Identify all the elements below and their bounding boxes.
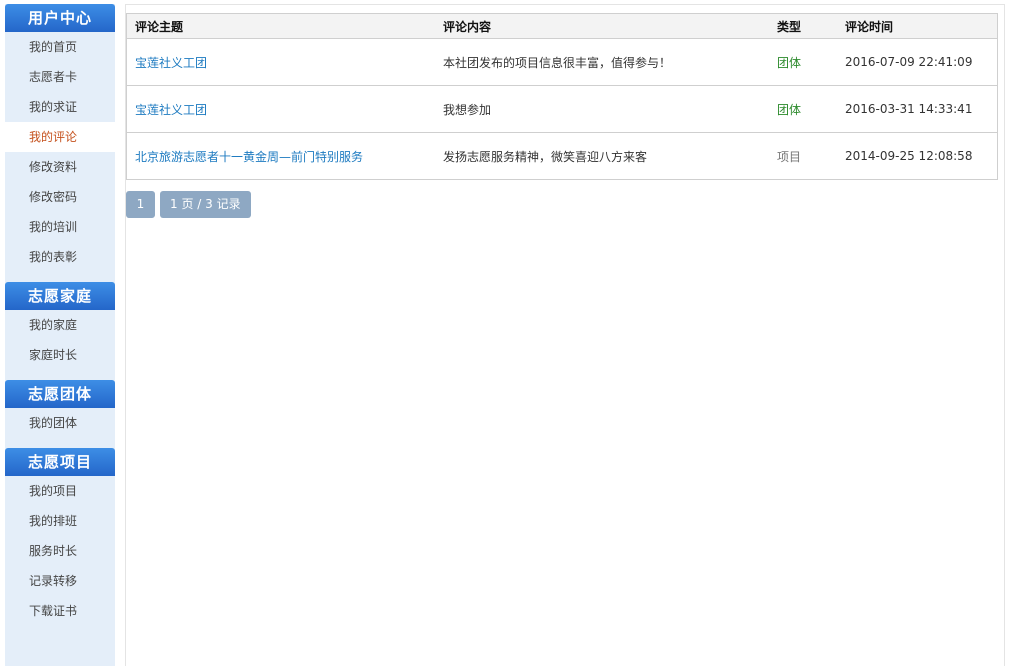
sidebar-item-service-hours[interactable]: 服务时长 (5, 536, 115, 566)
sidebar-item-change-password[interactable]: 修改密码 (5, 182, 115, 212)
topic-cell: 宝莲社义工团 (127, 38, 435, 86)
table-row: 宝莲社义工团 本社团发布的项目信息很丰富，值得参与！ 团体 2016-07-09… (127, 38, 997, 86)
type-cell: 项目 (777, 149, 802, 164)
sidebar-item-download-certificate[interactable]: 下载证书 (5, 596, 115, 626)
table-row: 宝莲社义工团 我想参加 团体 2016-03-31 14:33:41 (127, 85, 997, 133)
sidebar-item-my-projects[interactable]: 我的项目 (5, 476, 115, 506)
content-cell: 本社团发布的项目信息很丰富，值得参与！ (435, 38, 769, 86)
sidebar-item-verification[interactable]: 我的求证 (5, 92, 115, 122)
time-cell: 2014-09-25 12:08:58 (845, 149, 973, 163)
topic-link[interactable]: 宝莲社义工团 (135, 56, 207, 70)
sidebar: 用户中心 我的首页 志愿者卡 我的求证 我的评论 修改资料 修改密码 我的培训 … (5, 4, 115, 666)
section-volunteer-family: 志愿家庭 我的家庭 家庭时长 (5, 282, 115, 370)
section-user-center: 用户中心 我的首页 志愿者卡 我的求证 我的评论 修改资料 修改密码 我的培训 … (5, 4, 115, 272)
main-panel: 评论主题 评论内容 类型 评论时间 宝莲社义工团 本社团发布的项目信息很丰富，值… (125, 4, 1005, 666)
section-title-volunteer-group: 志愿团体 (5, 380, 115, 408)
comments-table: 评论主题 评论内容 类型 评论时间 宝莲社义工团 本社团发布的项目信息很丰富，值… (127, 14, 997, 179)
table-header-row: 评论主题 评论内容 类型 评论时间 (127, 14, 997, 39)
sidebar-item-my-comments[interactable]: 我的评论 (5, 122, 115, 152)
column-header-time: 评论时间 (837, 14, 997, 39)
section-volunteer-project: 志愿项目 我的项目 我的排班 服务时长 记录转移 下载证书 (5, 448, 115, 626)
type-cell: 团体 (769, 38, 837, 86)
comments-table-container: 评论主题 评论内容 类型 评论时间 宝莲社义工团 本社团发布的项目信息很丰富，值… (126, 13, 998, 180)
sidebar-item-my-schedule[interactable]: 我的排班 (5, 506, 115, 536)
column-header-type: 类型 (769, 14, 837, 39)
nav-list-user-center: 我的首页 志愿者卡 我的求证 我的评论 修改资料 修改密码 我的培训 我的表彰 (5, 32, 115, 272)
content-cell: 我想参加 (435, 85, 769, 133)
topic-link[interactable]: 北京旅游志愿者十一黄金周—前门特别服务 (135, 150, 363, 164)
sidebar-item-my-family[interactable]: 我的家庭 (5, 310, 115, 340)
section-title-user-center: 用户中心 (5, 4, 115, 32)
time-cell: 2016-07-09 22:41:09 (837, 38, 997, 86)
page-summary: 1 页 / 3 记录 (160, 191, 251, 218)
sidebar-item-commendations[interactable]: 我的表彰 (5, 242, 115, 272)
pagination: 1 1 页 / 3 记录 (126, 191, 251, 218)
page-number-button[interactable]: 1 (126, 191, 155, 218)
table-row: 北京旅游志愿者十一黄金周—前门特别服务 发扬志愿服务精神，微笑喜迎八方来客 项目… (127, 133, 997, 180)
type-cell: 团体 (769, 85, 837, 133)
sidebar-item-volunteer-card[interactable]: 志愿者卡 (5, 62, 115, 92)
content-cell: 发扬志愿服务精神，微笑喜迎八方来客 (443, 149, 648, 164)
nav-list-volunteer-family: 我的家庭 家庭时长 (5, 310, 115, 370)
time-cell: 2016-03-31 14:33:41 (837, 85, 997, 133)
section-title-volunteer-project: 志愿项目 (5, 448, 115, 476)
sidebar-item-home[interactable]: 我的首页 (5, 32, 115, 62)
nav-list-volunteer-group: 我的团体 (5, 408, 115, 438)
sidebar-item-family-hours[interactable]: 家庭时长 (5, 340, 115, 370)
section-volunteer-group: 志愿团体 我的团体 (5, 380, 115, 438)
topic-link[interactable]: 宝莲社义工团 (135, 103, 207, 117)
column-header-topic: 评论主题 (127, 14, 435, 39)
topic-cell: 宝莲社义工团 (127, 85, 435, 133)
sidebar-item-edit-profile[interactable]: 修改资料 (5, 152, 115, 182)
section-title-volunteer-family: 志愿家庭 (5, 282, 115, 310)
sidebar-item-record-transfer[interactable]: 记录转移 (5, 566, 115, 596)
sidebar-item-training[interactable]: 我的培训 (5, 212, 115, 242)
nav-list-volunteer-project: 我的项目 我的排班 服务时长 记录转移 下载证书 (5, 476, 115, 626)
sidebar-item-my-group[interactable]: 我的团体 (5, 408, 115, 438)
topic-cell: 北京旅游志愿者十一黄金周—前门特别服务 (127, 133, 435, 180)
column-header-content: 评论内容 (435, 14, 769, 39)
